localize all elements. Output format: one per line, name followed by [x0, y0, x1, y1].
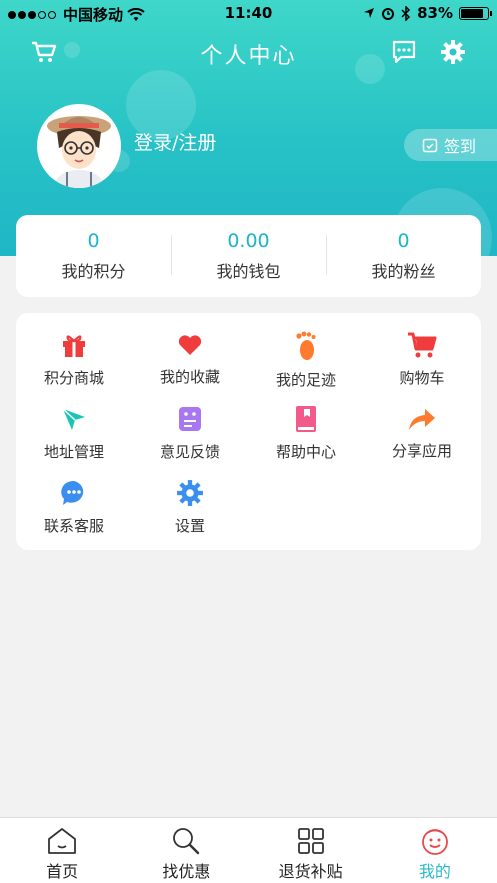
menu-item-support[interactable]: 联系客服 [16, 461, 132, 535]
feature-grid: 积分商城 我的收藏 我的足迹 购物车 地址管理 意见反馈 帮助中心 分享应用 联… [16, 313, 481, 550]
signin-button[interactable]: 签到 [404, 129, 497, 161]
tab-bar: 首页 找优惠 退货补贴 我的 [0, 817, 497, 883]
menu-item-cart[interactable]: 购物车 [364, 313, 480, 387]
status-bar: 中国移动 11:40 83% [0, 0, 497, 28]
footprint-icon [291, 331, 321, 361]
stat-points[interactable]: 0 我的积分 [16, 215, 171, 297]
gear-icon [175, 479, 205, 507]
cart-icon [407, 331, 437, 359]
menu-label: 我的收藏 [159, 368, 220, 386]
menu-item-settings[interactable]: 设置 [132, 461, 248, 535]
gear-icon[interactable] [439, 38, 467, 66]
stats-card: 0 我的积分 0.00 我的钱包 0 我的粉丝 [16, 215, 481, 297]
battery-percent: 83% [417, 4, 453, 22]
alarm-icon [382, 8, 395, 20]
menu-item-points-mall[interactable]: 积分商城 [16, 313, 132, 387]
avatar[interactable] [37, 104, 121, 188]
page-title: 个人中心 [200, 44, 297, 69]
share-icon [407, 405, 437, 432]
tab-label: 首页 [46, 862, 79, 881]
tab-label: 找优惠 [162, 862, 211, 881]
location-icon [59, 405, 89, 433]
search-icon [169, 826, 203, 856]
stat-value: 0.00 [227, 230, 270, 252]
heart-icon [175, 331, 205, 358]
stat-value: 0 [87, 230, 100, 252]
stat-fans[interactable]: 0 我的粉丝 [326, 215, 481, 297]
menu-label: 分享应用 [391, 442, 452, 460]
stat-value: 0 [397, 230, 410, 252]
smile-icon [418, 826, 452, 856]
tab-label: 退货补贴 [278, 862, 343, 881]
home-icon [45, 826, 79, 856]
menu-label: 联系客服 [43, 517, 104, 535]
login-register-link[interactable]: 登录/注册 [134, 128, 216, 155]
chat-icon [59, 479, 89, 507]
menu-item-feedback[interactable]: 意见反馈 [132, 387, 248, 461]
grid-icon [294, 826, 328, 856]
tab-mine[interactable]: 我的 [373, 818, 497, 883]
menu-item-share[interactable]: 分享应用 [364, 387, 480, 461]
menu-item-help[interactable]: 帮助中心 [248, 387, 364, 461]
stat-label: 我的积分 [61, 262, 126, 281]
message-icon[interactable] [390, 38, 418, 66]
menu-item-address[interactable]: 地址管理 [16, 387, 132, 461]
menu-label: 帮助中心 [275, 443, 336, 461]
bluetooth-icon [401, 5, 411, 21]
stat-wallet[interactable]: 0.00 我的钱包 [171, 215, 326, 297]
menu-label: 购物车 [399, 369, 445, 387]
battery-icon [459, 6, 492, 20]
calendar-check-icon [422, 138, 438, 153]
gift-icon [59, 331, 89, 359]
menu-label: 意见反馈 [159, 443, 220, 461]
tab-returns[interactable]: 退货补贴 [249, 818, 373, 883]
stat-label: 我的钱包 [216, 262, 281, 281]
tab-home[interactable]: 首页 [0, 818, 124, 883]
menu-item-favorites[interactable]: 我的收藏 [132, 313, 248, 387]
menu-label: 地址管理 [43, 443, 104, 461]
feedback-icon [175, 405, 205, 433]
menu-label: 设置 [174, 517, 205, 535]
signin-label: 签到 [444, 137, 477, 156]
stat-label: 我的粉丝 [371, 262, 436, 281]
tab-deals[interactable]: 找优惠 [124, 818, 248, 883]
menu-item-footprints[interactable]: 我的足迹 [248, 313, 364, 389]
menu-label: 积分商城 [43, 369, 104, 387]
help-book-icon [291, 405, 321, 433]
location-arrow-icon [364, 8, 375, 18]
tab-label: 我的 [418, 862, 451, 881]
